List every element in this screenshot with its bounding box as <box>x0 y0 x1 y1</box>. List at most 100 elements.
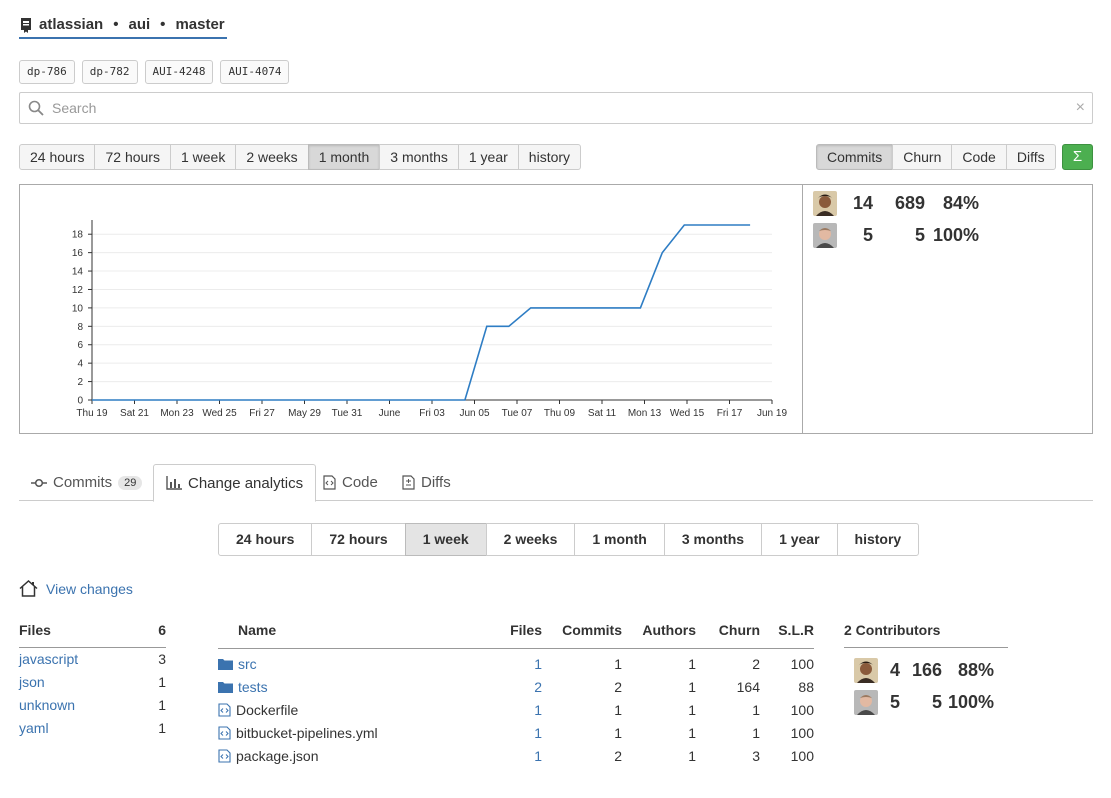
x-tick-label: Tue 07 <box>502 408 533 419</box>
tab-change-analytics[interactable]: Change analytics <box>153 464 317 502</box>
sum-toggle-button[interactable]: Σ <box>1062 144 1093 170</box>
range-24-hours-button[interactable]: 24 hours <box>19 144 96 170</box>
table-row[interactable]: package.json 1 2 1 3 100 <box>218 744 814 767</box>
range-1-month-button[interactable]: 1 month <box>307 144 381 170</box>
range-2-weeks-button[interactable]: 2 weeks <box>235 144 309 170</box>
range-72-hours-button[interactable]: 72 hours <box>311 523 406 556</box>
tab-code[interactable]: Code <box>311 464 390 501</box>
range-history-button[interactable]: history <box>517 144 582 170</box>
contributor-commits: 4 <box>889 660 900 680</box>
x-tick-label: May 29 <box>288 408 321 419</box>
table-row[interactable]: bitbucket-pipelines.yml 1 1 1 1 100 <box>218 721 814 744</box>
files-count-link[interactable]: 1 <box>534 748 542 764</box>
code-file-icon <box>218 702 231 717</box>
branch-tag[interactable]: AUI-4074 <box>220 60 290 84</box>
avatar <box>854 690 878 715</box>
tab-commits[interactable]: Commits 29 <box>19 464 154 501</box>
range-2-weeks-button[interactable]: 2 weeks <box>485 523 576 556</box>
range-1-month-button[interactable]: 1 month <box>574 523 665 556</box>
analysis-tabs: Commits 29 Change analytics Code Diffs <box>19 464 1093 502</box>
metric-churn-button[interactable]: Churn <box>892 144 953 170</box>
contributor-commits: 5 <box>889 692 900 712</box>
column-header-slr[interactable]: S.L.R <box>760 622 814 649</box>
range-1-year-button[interactable]: 1 year <box>761 523 838 556</box>
files-count-link[interactable]: 1 <box>534 702 542 718</box>
x-tick-label: Jun 19 <box>757 408 787 419</box>
branch-tag[interactable]: dp-782 <box>81 60 138 84</box>
clear-search-icon[interactable]: × <box>1076 99 1085 117</box>
column-header-authors[interactable]: Authors <box>622 622 696 649</box>
file-type-link[interactable]: yaml <box>19 717 49 740</box>
repo-name[interactable]: aui <box>128 16 150 33</box>
tab-diffs[interactable]: Diffs <box>390 464 463 501</box>
range-24-hours-button[interactable]: 24 hours <box>218 523 313 556</box>
repo-icon <box>21 17 31 33</box>
analysis-time-range-selector: 24 hours 72 hours 1 week 2 weeks 1 month… <box>218 523 920 556</box>
x-tick-label: Wed 15 <box>670 408 705 419</box>
x-tick-label: Mon 13 <box>628 408 662 419</box>
range-72-hours-button[interactable]: 72 hours <box>94 144 171 170</box>
search-input[interactable] <box>50 97 1050 119</box>
range-1-year-button[interactable]: 1 year <box>457 144 519 170</box>
file-type-row[interactable]: unknown 1 <box>19 694 166 717</box>
metric-diffs-button[interactable]: Diffs <box>1005 144 1056 170</box>
repo-owner[interactable]: atlassian <box>39 16 103 33</box>
range-1-week-button[interactable]: 1 week <box>404 523 487 556</box>
file-type-link[interactable]: json <box>19 671 45 694</box>
view-changes-link[interactable]: View changes <box>19 580 133 597</box>
contributor-row[interactable]: 5 5 100% <box>854 690 994 715</box>
metric-commits-button[interactable]: Commits <box>816 144 894 170</box>
branch-tag[interactable]: AUI-4248 <box>144 60 214 84</box>
files-count-link[interactable]: 1 <box>534 656 542 672</box>
y-tick-label: 18 <box>72 230 84 241</box>
file-type-link[interactable]: unknown <box>19 694 75 717</box>
files-count-link[interactable]: 1 <box>534 725 542 741</box>
metric-code-button[interactable]: Code <box>951 144 1007 170</box>
commits-chart: 0 2 4 6 8 10 12 14 16 18 Thu 19 Sat 21 Mon 23 Wed 25 F… <box>19 184 803 434</box>
column-header-churn[interactable]: Churn <box>696 622 760 649</box>
entry-name-link[interactable]: tests <box>238 679 268 695</box>
contributor-row[interactable]: 14 689 84% <box>813 191 979 216</box>
file-type-row[interactable]: javascript 3 <box>19 648 166 671</box>
x-tick-label: Thu 19 <box>76 408 108 419</box>
file-type-link[interactable]: javascript <box>19 648 78 671</box>
series-line <box>92 224 751 401</box>
files-total: 6 <box>158 622 166 638</box>
y-tick-label: 16 <box>72 248 84 259</box>
file-type-row[interactable]: json 1 <box>19 671 166 694</box>
entry-name[interactable]: Dockerfile <box>236 702 298 718</box>
x-tick-label: Jun 05 <box>459 408 489 419</box>
contributor-row[interactable]: 5 5 100% <box>813 223 979 248</box>
contributor-row[interactable]: 4 166 88% <box>854 658 994 683</box>
folder-icon <box>218 658 233 670</box>
files-count-link[interactable]: 2 <box>534 679 542 695</box>
search-box: × <box>19 92 1093 124</box>
slr-cell: 100 <box>790 724 814 741</box>
table-row[interactable]: src 1 1 1 2 100 <box>218 648 814 675</box>
table-row[interactable]: Dockerfile 1 1 1 1 100 <box>218 698 814 721</box>
entry-name[interactable]: package.json <box>236 748 319 764</box>
file-types-panel: Files 6 javascript 3 json 1 unknown 1 ya… <box>19 622 166 740</box>
y-tick-label: 2 <box>77 377 83 388</box>
contributor-churn: 166 <box>911 660 942 680</box>
branch-tag[interactable]: dp-786 <box>19 60 75 84</box>
entry-name[interactable]: bitbucket-pipelines.yml <box>236 725 378 741</box>
y-tick-label: 4 <box>77 359 83 370</box>
range-history-button[interactable]: history <box>836 523 920 556</box>
authors-cell: 1 <box>688 724 696 741</box>
range-3-months-button[interactable]: 3 months <box>663 523 763 556</box>
branch-name[interactable]: master <box>175 16 224 33</box>
entry-name-link[interactable]: src <box>238 656 257 672</box>
commit-icon <box>31 478 47 487</box>
column-header-name[interactable]: Name <box>218 622 468 649</box>
column-header-commits[interactable]: Commits <box>542 622 622 649</box>
file-type-row[interactable]: yaml 1 <box>19 717 166 740</box>
repo-breadcrumb[interactable]: atlassian • aui • master <box>19 12 227 39</box>
column-header-files[interactable]: Files <box>468 622 542 649</box>
range-3-months-button[interactable]: 3 months <box>379 144 459 170</box>
folder-icon <box>218 681 233 693</box>
table-row[interactable]: tests 2 2 1 164 88 <box>218 675 814 698</box>
range-1-week-button[interactable]: 1 week <box>169 144 237 170</box>
slr-cell: 100 <box>790 747 814 764</box>
churn-cell: 164 <box>736 678 760 695</box>
